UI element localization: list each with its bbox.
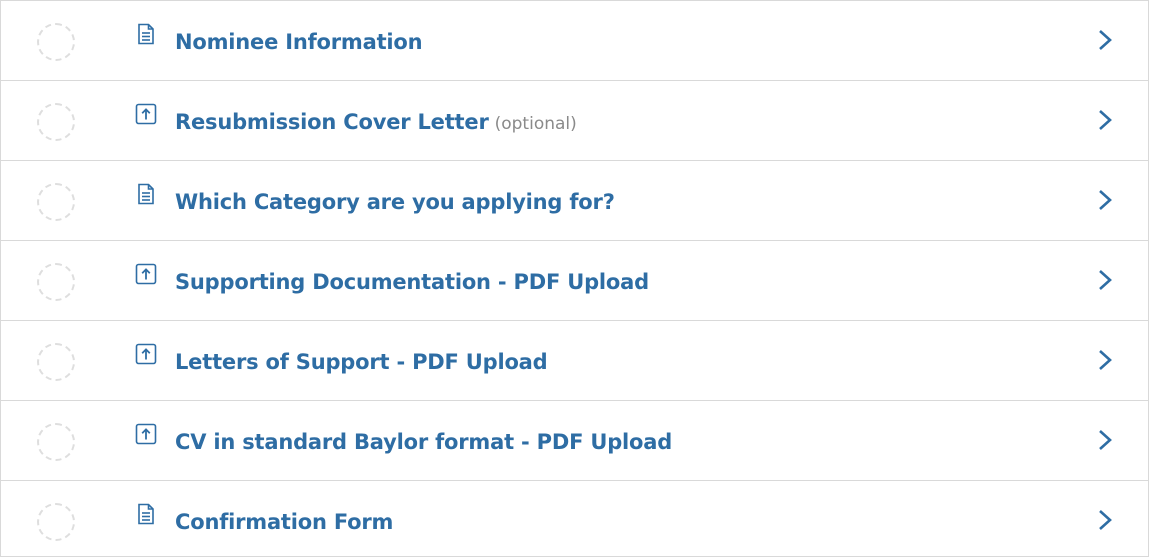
status-incomplete-icon — [37, 503, 75, 541]
task-row-cv-standard-baylor-format[interactable]: CV in standard Baylor format - PDF Uploa… — [1, 401, 1148, 481]
task-title[interactable]: Resubmission Cover Letter (optional) — [175, 107, 577, 139]
status-incomplete-icon — [37, 103, 75, 141]
task-row-confirmation-form[interactable]: Confirmation Form — [1, 481, 1148, 558]
status-incomplete-icon — [37, 23, 75, 61]
task-title[interactable]: Nominee Information — [175, 27, 428, 59]
chevron-right-icon[interactable] — [1098, 29, 1112, 51]
task-title[interactable]: Which Category are you applying for? — [175, 187, 621, 219]
chevron-right-icon[interactable] — [1098, 269, 1112, 291]
task-row-supporting-documentation[interactable]: Supporting Documentation - PDF Upload — [1, 241, 1148, 321]
task-title[interactable]: Supporting Documentation - PDF Upload — [175, 267, 655, 299]
chevron-right-icon[interactable] — [1098, 509, 1112, 531]
document-icon — [138, 23, 154, 45]
application-task-list: Nominee Information Resubmission Cover L… — [0, 0, 1149, 557]
task-row-resubmission-cover-letter[interactable]: Resubmission Cover Letter (optional) — [1, 81, 1148, 161]
document-icon — [138, 503, 154, 525]
upload-icon — [135, 423, 157, 445]
status-incomplete-icon — [37, 263, 75, 301]
task-title[interactable]: Letters of Support - PDF Upload — [175, 347, 553, 379]
upload-icon — [135, 103, 157, 125]
chevron-right-icon[interactable] — [1098, 429, 1112, 451]
task-row-nominee-information[interactable]: Nominee Information — [1, 1, 1148, 81]
status-incomplete-icon — [37, 343, 75, 381]
status-incomplete-icon — [37, 423, 75, 461]
task-note: (optional) — [494, 114, 577, 134]
status-incomplete-icon — [37, 183, 75, 221]
task-title[interactable]: CV in standard Baylor format - PDF Uploa… — [175, 427, 678, 459]
chevron-right-icon[interactable] — [1098, 189, 1112, 211]
task-row-letters-of-support[interactable]: Letters of Support - PDF Upload — [1, 321, 1148, 401]
chevron-right-icon[interactable] — [1098, 349, 1112, 371]
document-icon — [138, 183, 154, 205]
upload-icon — [135, 343, 157, 365]
chevron-right-icon[interactable] — [1098, 109, 1112, 131]
task-row-which-category[interactable]: Which Category are you applying for? — [1, 161, 1148, 241]
task-title[interactable]: Confirmation Form — [175, 507, 399, 539]
upload-icon — [135, 263, 157, 285]
